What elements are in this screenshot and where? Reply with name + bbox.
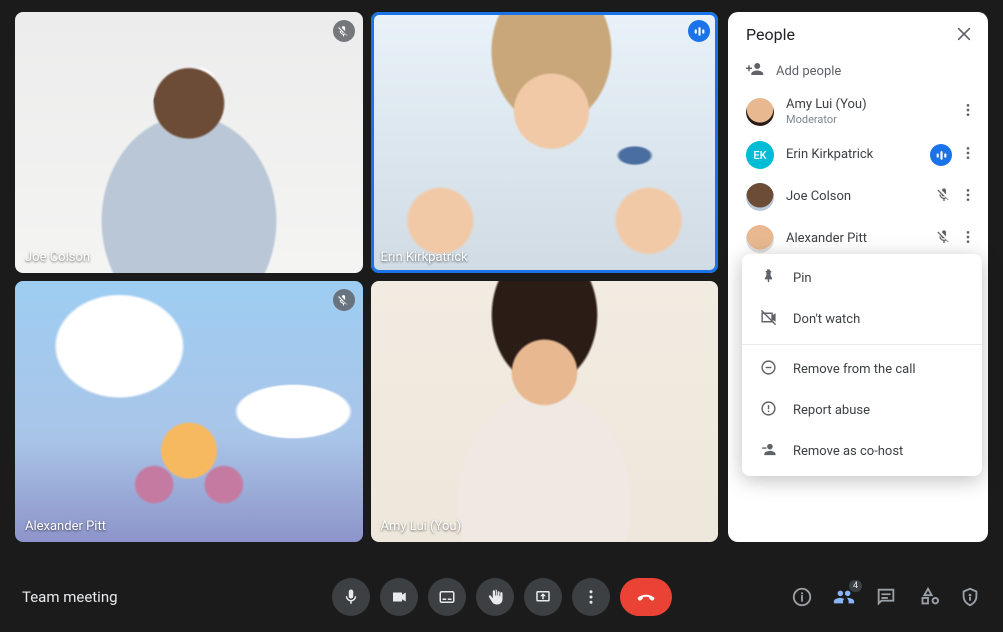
participant-row[interactable]: Joe Colson <box>728 176 988 218</box>
speaking-icon <box>930 144 952 166</box>
ctx-remove-cohost[interactable]: Remove as co-host <box>742 431 982 472</box>
captions-button[interactable] <box>428 578 466 616</box>
avatar <box>746 98 774 126</box>
avatar: EK <box>746 141 774 169</box>
mic-off-icon <box>936 187 952 207</box>
participant-row[interactable]: Amy Lui (You) Moderator <box>728 90 988 134</box>
participant-count: 4 <box>849 580 862 592</box>
leave-call-button[interactable] <box>620 578 672 616</box>
mic-toggle-button[interactable] <box>332 578 370 616</box>
remove-icon <box>760 359 777 380</box>
ctx-label: Report abuse <box>793 403 870 418</box>
host-controls-button[interactable] <box>959 586 981 608</box>
participant-more-button[interactable] <box>960 229 976 249</box>
tile-name: Alexander Pitt <box>25 519 106 534</box>
person-add-icon <box>746 60 764 82</box>
camera-toggle-button[interactable] <box>380 578 418 616</box>
person-remove-icon <box>760 441 777 462</box>
people-panel: People Add people Amy Lui (You) Moderato… <box>728 12 988 542</box>
mic-off-icon <box>936 229 952 249</box>
participant-role: Moderator <box>786 113 948 127</box>
panel-title: People <box>746 25 795 44</box>
video-tile-alexander[interactable]: Alexander Pitt <box>15 281 363 542</box>
close-panel-button[interactable] <box>954 24 974 44</box>
video-grid: Joe Colson Erin Kirkpatrick Alexander Pi… <box>15 12 718 542</box>
mic-off-icon <box>333 289 355 311</box>
participant-name: Alexander Pitt <box>786 231 867 246</box>
ctx-dont-watch[interactable]: Don't watch <box>742 299 982 340</box>
ctx-pin[interactable]: Pin <box>742 258 982 299</box>
chat-button[interactable] <box>875 586 897 608</box>
raise-hand-button[interactable] <box>476 578 514 616</box>
add-people-label: Add people <box>776 64 841 79</box>
people-button[interactable]: 4 <box>833 586 855 608</box>
video-tile-erin[interactable]: Erin Kirkpatrick <box>371 12 719 273</box>
bottom-bar: Team meeting 4 <box>0 562 1003 632</box>
participant-name: Amy Lui (You) <box>786 97 867 112</box>
separator <box>742 344 982 345</box>
participant-more-button[interactable] <box>960 145 976 165</box>
tile-name: Amy Lui (You) <box>381 519 462 534</box>
avatar <box>746 183 774 211</box>
ctx-label: Pin <box>793 271 812 286</box>
add-people-button[interactable]: Add people <box>728 52 988 90</box>
speaking-icon <box>688 20 710 42</box>
meeting-name: Team meeting <box>22 588 118 606</box>
ctx-remove-call[interactable]: Remove from the call <box>742 349 982 390</box>
video-tile-joe[interactable]: Joe Colson <box>15 12 363 273</box>
activities-button[interactable] <box>917 586 939 608</box>
mic-off-icon <box>333 20 355 42</box>
ctx-label: Remove as co-host <box>793 444 903 459</box>
participant-row[interactable]: EK Erin Kirkpatrick <box>728 134 988 176</box>
ctx-report-abuse[interactable]: Report abuse <box>742 390 982 431</box>
meeting-details-button[interactable] <box>791 586 813 608</box>
participant-more-button[interactable] <box>960 187 976 207</box>
participant-name: Erin Kirkpatrick <box>786 147 873 162</box>
tile-name: Erin Kirkpatrick <box>381 250 468 265</box>
more-options-button[interactable] <box>572 578 610 616</box>
participant-name: Joe Colson <box>786 189 851 204</box>
ctx-label: Don't watch <box>793 312 860 327</box>
video-tile-amy[interactable]: Amy Lui (You) <box>371 281 719 542</box>
ctx-label: Remove from the call <box>793 362 916 377</box>
avatar <box>746 225 774 253</box>
participant-context-menu: Pin Don't watch Remove from the call Rep… <box>742 254 982 476</box>
camera-off-icon <box>760 309 777 330</box>
tile-name: Joe Colson <box>25 250 90 265</box>
participant-more-button[interactable] <box>960 102 976 122</box>
pin-icon <box>760 268 777 289</box>
present-button[interactable] <box>524 578 562 616</box>
report-icon <box>760 400 777 421</box>
